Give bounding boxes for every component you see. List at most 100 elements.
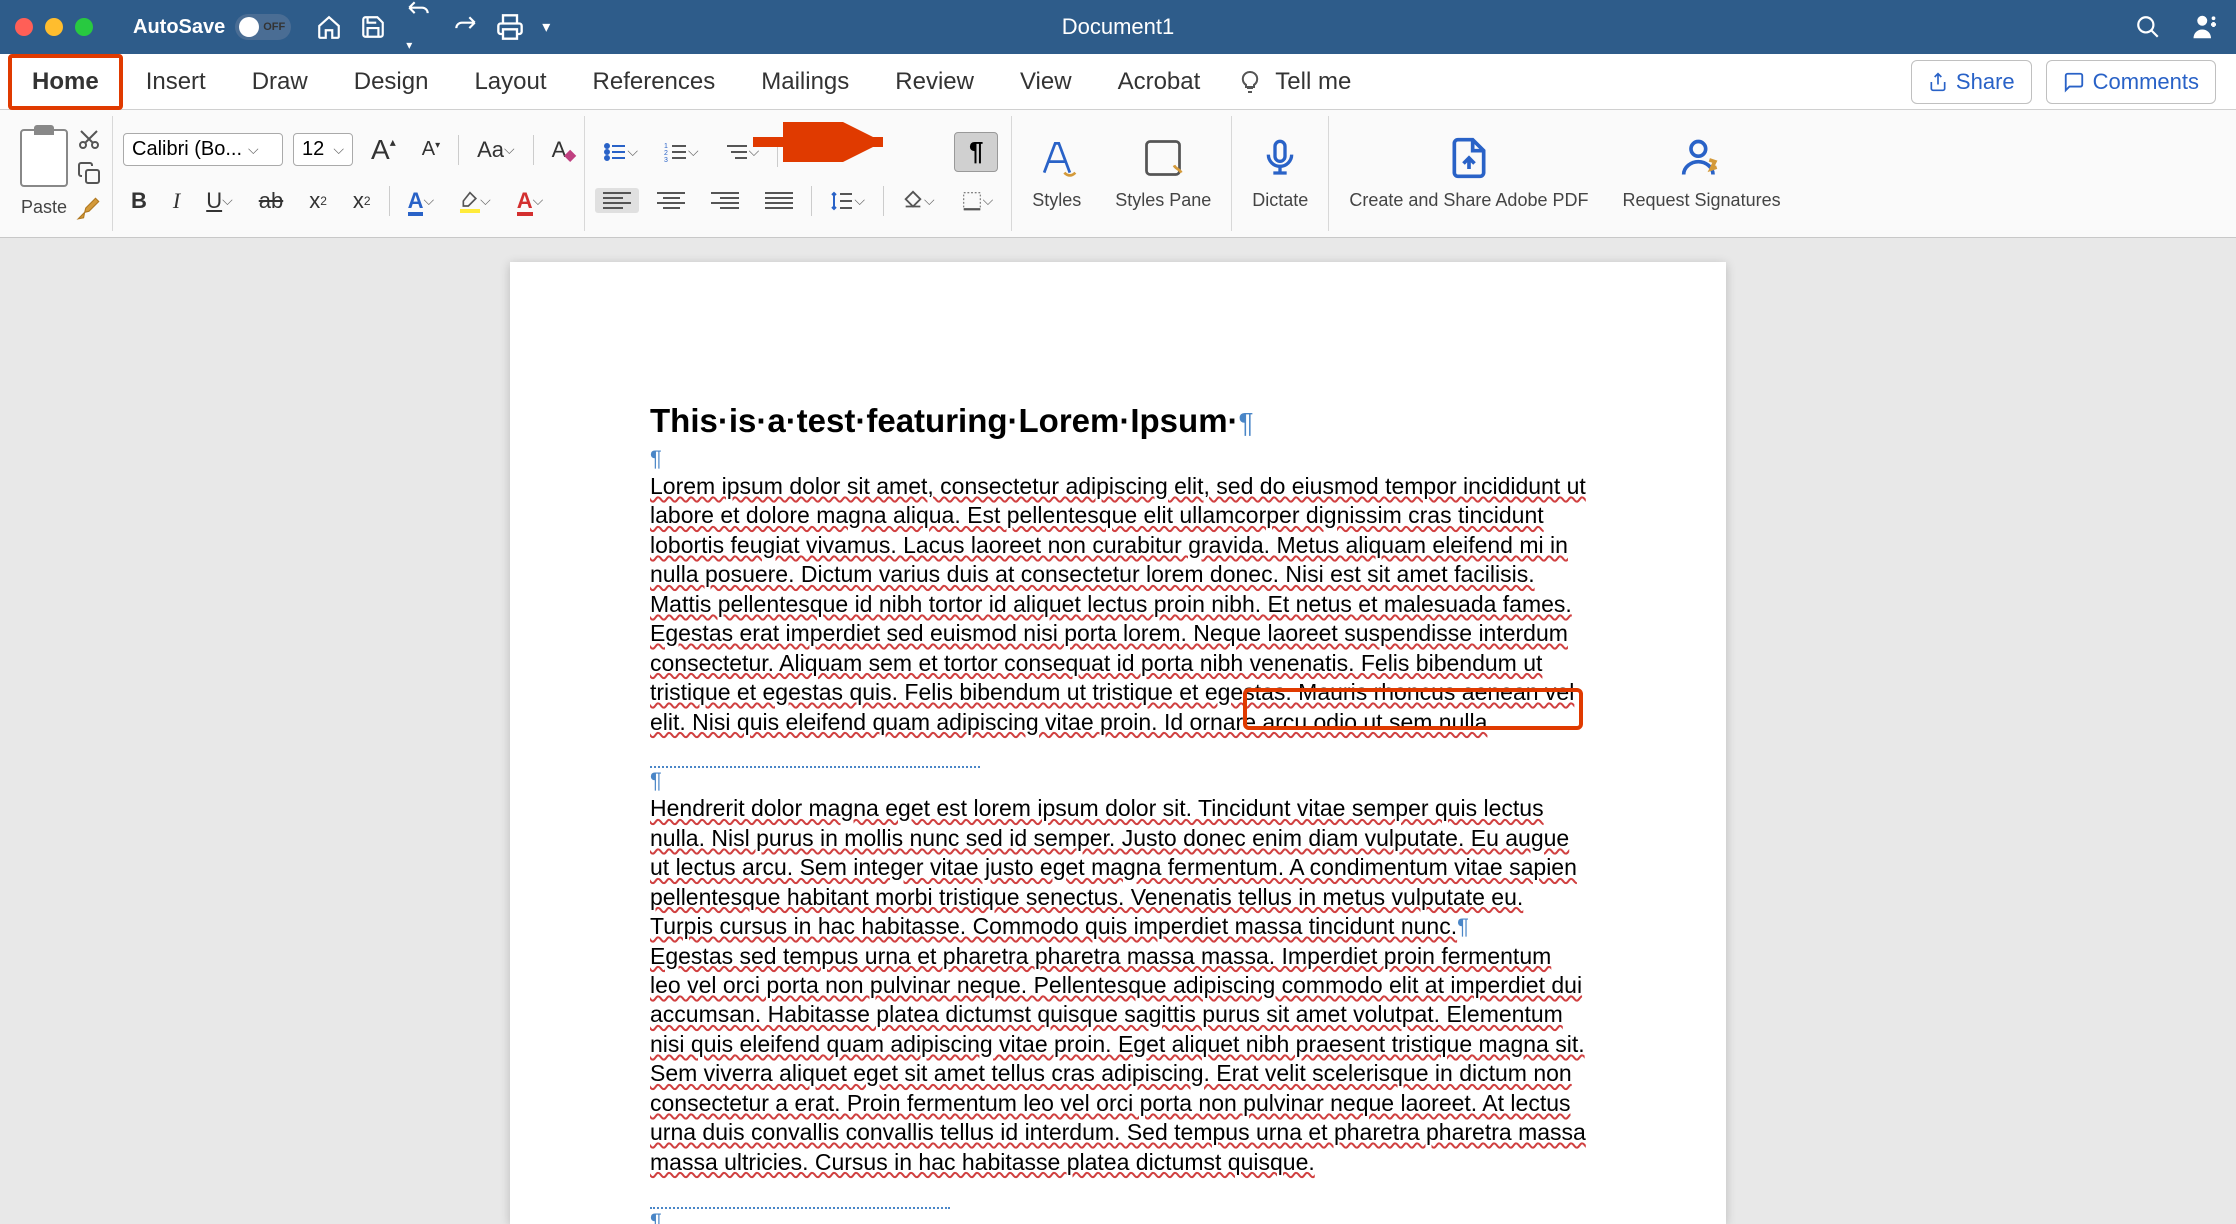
bullets-button[interactable]: ⌵ [595,138,646,166]
justify-button[interactable] [757,188,801,213]
underline-button[interactable]: U ⌵ [198,184,241,218]
pilcrow-icon: ¶ [1239,407,1254,438]
comments-button[interactable]: Comments [2046,60,2216,104]
para3-text: Egestas sed tempus urna et pharetra phar… [650,943,1586,1175]
tab-layout[interactable]: Layout [451,55,569,109]
numbering-button[interactable]: 123 ⌵ [656,138,707,166]
shading-button[interactable]: ⌵ [894,186,943,216]
styles-label: Styles [1032,190,1081,211]
ribbon-right-buttons: Share Comments [1911,60,2228,104]
tab-mailings[interactable]: Mailings [738,55,872,109]
format-painter-icon[interactable] [76,195,102,221]
create-share-pdf-button[interactable]: Create and Share Adobe PDF [1339,132,1598,215]
document-heading[interactable]: This·is·a·test·featuring·Lorem·Ipsum·¶ [650,402,1586,440]
request-signatures-label: Request Signatures [1622,190,1780,211]
paste-label: Paste [21,197,67,218]
font-name-select[interactable]: Calibri (Bo... ⌵ [123,133,283,166]
redo-icon[interactable] [452,14,478,40]
clipboard-group: Paste [10,116,113,231]
para2-text: Hendrerit dolor magna eget est lorem ips… [650,795,1577,939]
account-icon[interactable] [2191,12,2221,42]
cut-icon[interactable] [77,127,101,151]
styles-group: Styles Styles Pane [1012,116,1232,231]
create-share-pdf-label: Create and Share Adobe PDF [1349,190,1588,211]
pilcrow-icon: ¶ [650,768,1586,794]
comments-label: Comments [2093,69,2199,95]
styles-pane-button[interactable]: Styles Pane [1105,132,1221,215]
line-spacing-button[interactable]: ⌵ [822,186,873,216]
increase-font-size-button[interactable]: A▴ [363,130,404,170]
autosave-label: AutoSave [133,16,225,39]
clear-formatting-button[interactable]: A◆ [544,133,575,167]
close-window-button[interactable] [15,18,33,36]
body-paragraph-2[interactable]: Hendrerit dolor magna eget est lorem ips… [650,794,1586,941]
autosave-state: OFF [263,21,285,33]
change-case-button[interactable]: Aa ⌵ [469,133,523,167]
qat-customize-icon[interactable]: ▾ [542,17,550,37]
tab-draw[interactable]: Draw [229,55,331,109]
dictate-button[interactable]: Dictate [1242,132,1318,215]
show-hide-pilcrow-button[interactable]: ¶ [954,132,998,172]
font-size-select[interactable]: 12 ⌵ [293,133,353,166]
copy-icon[interactable] [77,161,101,185]
print-icon[interactable] [496,13,524,41]
lightbulb-icon [1238,70,1262,94]
share-button[interactable]: Share [1911,60,2032,104]
tell-me-group[interactable]: Tell me [1238,55,1374,109]
clipboard-icon [20,129,68,187]
document-page[interactable]: This·is·a·test·featuring·Lorem·Ipsum·¶ ¶… [510,262,1726,1224]
share-label: Share [1956,69,2015,95]
ribbon-tabs: Home Insert Draw Design Layout Reference… [0,54,2236,110]
autosave-control: AutoSave OFF [133,14,291,40]
paste-button[interactable]: Paste [20,129,68,218]
autosave-toggle[interactable]: OFF [235,14,291,40]
borders-button[interactable]: ⌵ [953,186,1002,216]
toggle-knob [239,17,259,37]
pilcrow-icon: ¶ [650,1209,1586,1224]
minimize-window-button[interactable] [45,18,63,36]
quick-access-toolbar: ▾ ▾ [316,0,550,56]
svg-text:1: 1 [664,143,668,150]
strikethrough-button[interactable]: ab [251,184,291,218]
subscript-button[interactable]: x2 [301,184,335,218]
tell-me-label: Tell me [1272,55,1374,109]
request-signatures-button[interactable]: Request Signatures [1612,132,1790,215]
maximize-window-button[interactable] [75,18,93,36]
dictate-label: Dictate [1252,190,1308,211]
trailing-dotted-line [650,1177,950,1208]
font-group: Calibri (Bo... ⌵ 12 ⌵ A▴ A▾ Aa ⌵ A◆ B I … [113,116,585,231]
document-area[interactable]: This·is·a·test·featuring·Lorem·Ipsum·¶ ¶… [0,238,2236,1224]
align-center-button[interactable] [649,188,693,213]
highlight-button[interactable]: ⌵ [452,187,499,215]
undo-icon[interactable]: ▾ [404,0,434,56]
bold-button[interactable]: B [123,184,155,218]
ribbon-content: Paste Calibri (Bo... ⌵ 12 ⌵ A▴ A▾ [0,110,2236,238]
adobe-group: Create and Share Adobe PDF Request Signa… [1329,116,1800,231]
body-paragraph-3[interactable]: Egestas sed tempus urna et pharetra phar… [650,942,1586,1209]
home-icon[interactable] [316,14,342,40]
svg-text:3: 3 [664,157,668,162]
search-icon[interactable] [2135,14,2161,40]
font-color-button[interactable]: A ⌵ [509,184,552,218]
text-effects-button[interactable]: A ⌵ [400,184,443,218]
superscript-button[interactable]: x2 [345,184,379,218]
tab-view[interactable]: View [997,55,1095,109]
italic-button[interactable]: I [165,184,188,218]
title-bar: AutoSave OFF ▾ ▾ Document1 [0,0,2236,54]
align-right-button[interactable] [703,188,747,213]
pilcrow-icon: ¶ [1457,914,1469,939]
decrease-font-size-button[interactable]: A▾ [414,134,448,165]
tab-home[interactable]: Home [8,54,123,110]
chevron-down-icon: ⌵ [333,141,344,158]
tab-references[interactable]: References [570,55,739,109]
chevron-down-icon: ⌵ [248,141,259,158]
svg-text:2: 2 [664,150,668,157]
styles-button[interactable]: Styles [1022,132,1091,215]
tab-acrobat[interactable]: Acrobat [1095,55,1224,109]
tab-insert[interactable]: Insert [123,55,229,109]
align-left-button[interactable] [595,188,639,213]
tab-design[interactable]: Design [331,55,452,109]
tab-review[interactable]: Review [872,55,997,109]
save-icon[interactable] [360,14,386,40]
styles-pane-label: Styles Pane [1115,190,1211,211]
